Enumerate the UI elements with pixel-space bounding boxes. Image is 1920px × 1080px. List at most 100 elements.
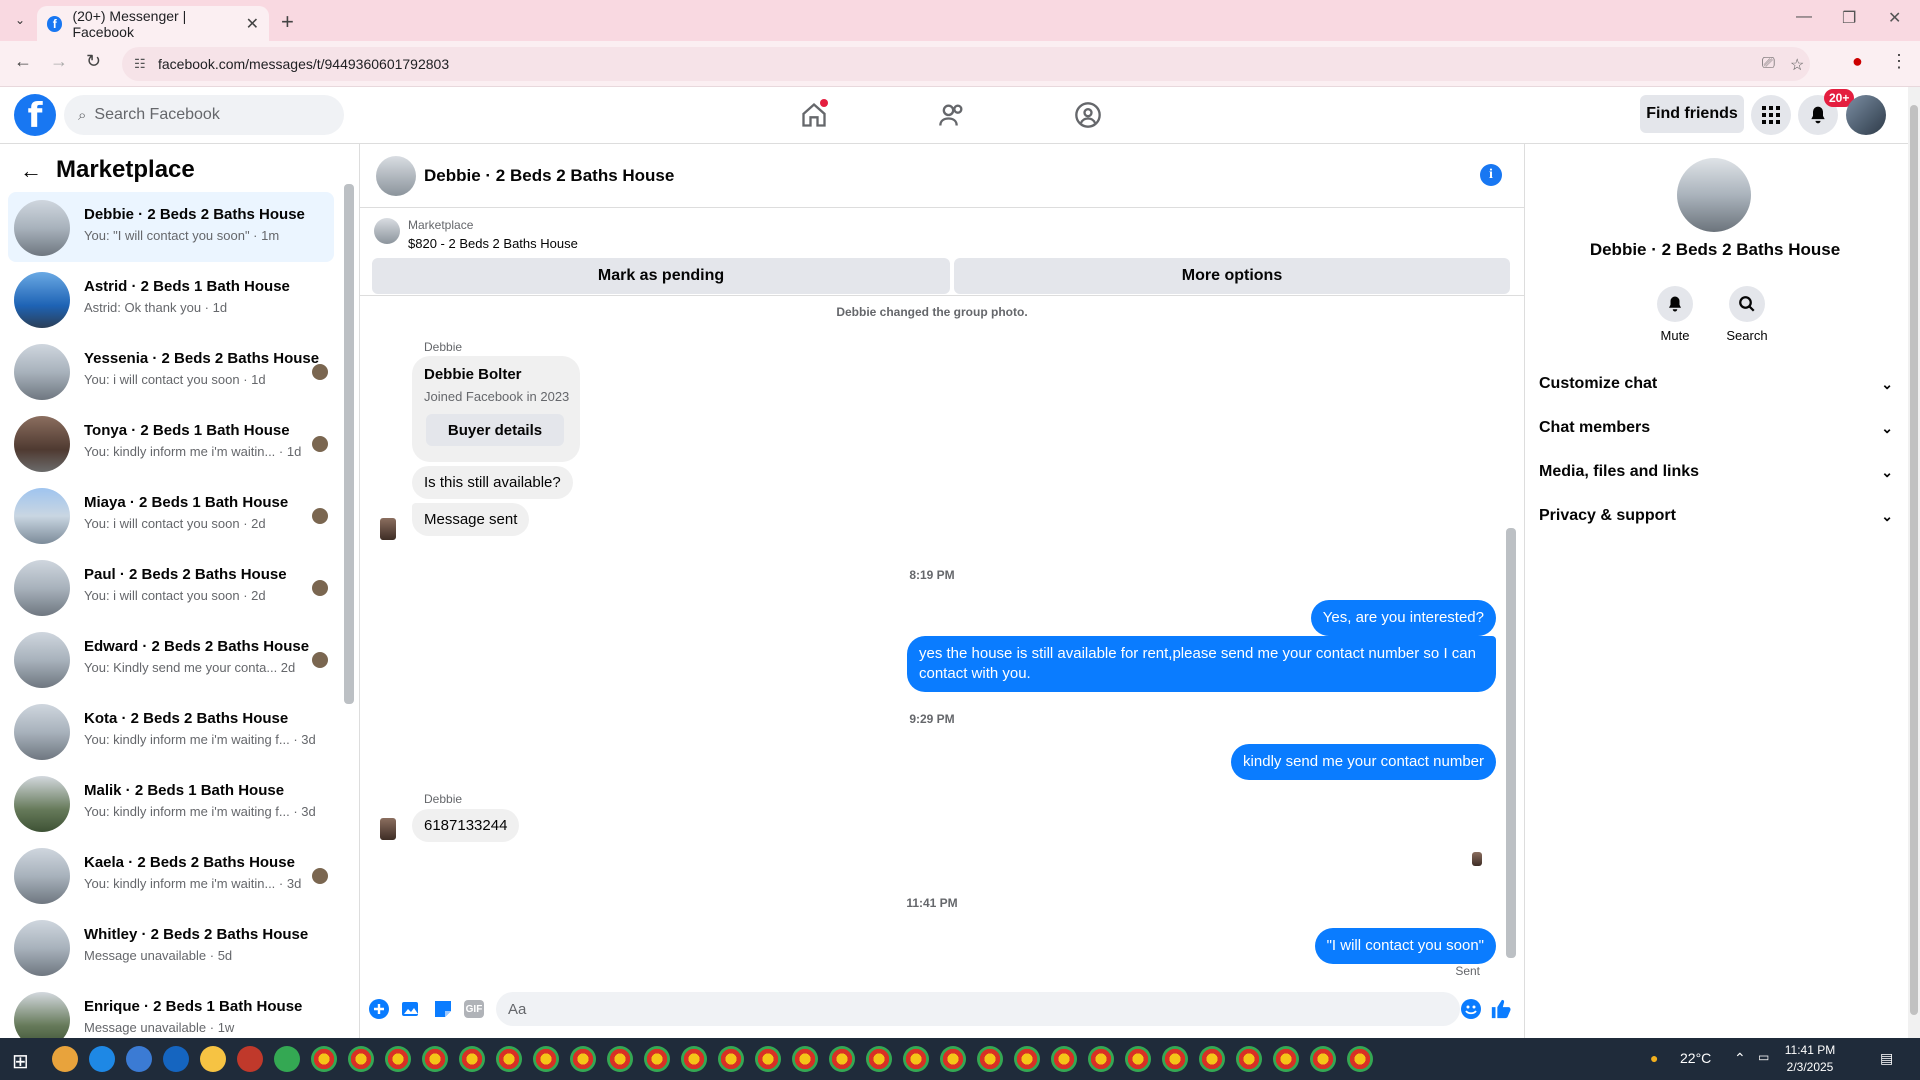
clock[interactable]: 11:41 PM 2/3/2025 [1760, 1042, 1860, 1076]
taskbar-app-icon[interactable] [200, 1046, 226, 1072]
taskbar-app-icon[interactable] [89, 1046, 115, 1072]
chrome-window-icon[interactable] [459, 1046, 485, 1072]
listing-thumbnail[interactable] [374, 218, 400, 244]
chrome-window-icon[interactable] [755, 1046, 781, 1072]
conversation-item[interactable]: Paul · 2 Beds 2 Baths House You: i will c… [8, 552, 334, 622]
facebook-logo-icon[interactable]: f [14, 94, 56, 136]
message-bubble-out[interactable]: yes the house is still available for ren… [907, 636, 1496, 692]
chrome-window-icon[interactable] [496, 1046, 522, 1072]
chrome-window-icon[interactable] [311, 1046, 337, 1072]
message-bubble-out[interactable]: kindly send me your contact number [1231, 744, 1496, 780]
profile-icon[interactable]: ● [1852, 51, 1863, 72]
conversation-item[interactable]: Kota · 2 Beds 2 Baths House You: kindly i… [8, 696, 334, 766]
reload-icon[interactable]: ↻ [86, 51, 101, 72]
friends-icon[interactable] [932, 97, 972, 133]
forward-icon[interactable]: → [50, 51, 68, 72]
chrome-window-icon[interactable] [385, 1046, 411, 1072]
browser-tab[interactable]: f (20+) Messenger | Facebook ✕ [37, 6, 269, 41]
chrome-window-icon[interactable] [644, 1046, 670, 1072]
menu-grid-icon[interactable] [1751, 95, 1791, 135]
sticker-icon[interactable] [432, 998, 454, 1020]
add-plus-icon[interactable] [368, 998, 390, 1020]
bookmark-star-icon[interactable]: ☆ [1790, 55, 1804, 75]
windows-start-icon[interactable]: ⊞ [12, 1049, 29, 1074]
privacy-support-section[interactable]: Privacy & support ⌄ [1539, 498, 1893, 534]
chrome-window-icon[interactable] [1347, 1046, 1373, 1072]
chrome-window-icon[interactable] [348, 1046, 374, 1072]
chrome-window-icon[interactable] [1051, 1046, 1077, 1072]
chrome-window-icon[interactable] [422, 1046, 448, 1072]
chat-scrollbar[interactable] [1504, 308, 1516, 972]
groups-icon[interactable] [1068, 97, 1108, 133]
customize-chat-section[interactable]: Customize chat ⌄ [1539, 366, 1893, 402]
chrome-window-icon[interactable] [570, 1046, 596, 1072]
mute-button[interactable]: Mute [1645, 286, 1705, 343]
conversation-item[interactable]: Tonya · 2 Beds 1 Bath House You: kindly i… [8, 408, 334, 478]
sender-avatar[interactable] [380, 518, 396, 540]
chat-members-section[interactable]: Chat members ⌄ [1539, 410, 1893, 446]
conversation-item[interactable]: Kaela · 2 Beds 2 Baths House You: kindly … [8, 840, 334, 910]
chrome-window-icon[interactable] [1199, 1046, 1225, 1072]
search-input[interactable]: ⌕ Search Facebook [64, 95, 344, 135]
chat-title[interactable]: Debbie · 2 Beds 2 Baths House [424, 166, 674, 186]
chrome-window-icon[interactable] [866, 1046, 892, 1072]
chrome-window-icon[interactable] [1273, 1046, 1299, 1072]
more-options-button[interactable]: More options [954, 258, 1510, 294]
conversation-item[interactable]: Edward · 2 Beds 2 Baths House You: Kindly… [8, 624, 334, 694]
mark-as-pending-button[interactable]: Mark as pending [372, 258, 950, 294]
conversation-item[interactable]: Malik · 2 Beds 1 Bath House You: kindly i… [8, 768, 334, 838]
site-settings-icon[interactable]: ☷ [134, 56, 146, 72]
conversation-item[interactable]: Enrique · 2 Beds 1 Bath House Message una… [8, 984, 334, 1038]
message-input[interactable]: Aa [496, 992, 1460, 1026]
browser-menu-icon[interactable]: ⋮ [1890, 51, 1908, 72]
chrome-window-icon[interactable] [940, 1046, 966, 1072]
url-field[interactable]: ☷ facebook.com/messages/t/94493606017928… [122, 47, 1810, 81]
media-files-links-section[interactable]: Media, files and links ⌄ [1539, 454, 1893, 490]
taskbar-app-icon[interactable] [274, 1046, 300, 1072]
chat-scroll-thumb[interactable] [1506, 528, 1516, 958]
back-arrow-icon[interactable]: ← [20, 158, 42, 184]
chrome-window-icon[interactable] [681, 1046, 707, 1072]
search-in-chat-button[interactable]: Search [1717, 286, 1777, 343]
message-bubble-in[interactable]: Is this still available? [412, 466, 573, 499]
message-bubble-out[interactable]: Yes, are you interested? [1310, 600, 1496, 636]
photo-icon[interactable] [400, 998, 422, 1020]
conversation-item[interactable]: Yessenia · 2 Beds 2 Baths House You: i wi… [8, 336, 334, 406]
account-avatar[interactable] [1846, 95, 1886, 135]
temperature[interactable]: 22°C [1680, 1050, 1711, 1066]
tab-search-icon[interactable]: ⌄ [10, 10, 30, 30]
weather-icon[interactable]: ● [1650, 1050, 1658, 1066]
conversation-item[interactable]: Miaya · 2 Beds 1 Bath House You: i will c… [8, 480, 334, 550]
emoji-icon[interactable] [1460, 998, 1482, 1020]
taskbar-app-icon[interactable] [52, 1046, 78, 1072]
chrome-window-icon[interactable] [1162, 1046, 1188, 1072]
thumbs-up-icon[interactable] [1490, 998, 1512, 1020]
chrome-window-icon[interactable] [1125, 1046, 1151, 1072]
chrome-window-icon[interactable] [829, 1046, 855, 1072]
conversation-item[interactable]: Whitley · 2 Beds 2 Baths House Message un… [8, 912, 334, 982]
chat-avatar[interactable] [376, 156, 416, 196]
buyer-details-button[interactable]: Buyer details [426, 414, 564, 446]
notification-center-icon[interactable]: ▤ [1880, 1050, 1893, 1067]
taskbar-app-icon[interactable] [126, 1046, 152, 1072]
minimize-icon[interactable]: — [1796, 8, 1812, 26]
install-icon[interactable]: ⎚ [1762, 55, 1775, 73]
gif-icon[interactable]: GIF [464, 1000, 484, 1018]
chrome-window-icon[interactable] [792, 1046, 818, 1072]
message-bubble-out[interactable]: "I will contact you soon" [1314, 928, 1496, 964]
sidebar-scrollbar[interactable] [344, 184, 354, 704]
chrome-window-icon[interactable] [533, 1046, 559, 1072]
taskbar-app-icon[interactable] [163, 1046, 189, 1072]
page-scroll-thumb[interactable] [1910, 105, 1918, 1015]
conversation-item[interactable]: Debbie · 2 Beds 2 Baths House You: "I wil… [8, 192, 334, 262]
chrome-window-icon[interactable] [1088, 1046, 1114, 1072]
chrome-window-icon[interactable] [977, 1046, 1003, 1072]
restore-icon[interactable]: ❐ [1842, 8, 1856, 28]
chrome-window-icon[interactable] [1310, 1046, 1336, 1072]
sender-avatar[interactable] [380, 818, 396, 840]
chat-info-avatar[interactable] [1677, 158, 1751, 232]
message-bubble-in[interactable]: 6187133244 [412, 809, 520, 842]
new-tab-icon[interactable]: + [281, 9, 294, 35]
find-friends-button[interactable]: Find friends [1640, 95, 1744, 133]
chrome-window-icon[interactable] [1236, 1046, 1262, 1072]
